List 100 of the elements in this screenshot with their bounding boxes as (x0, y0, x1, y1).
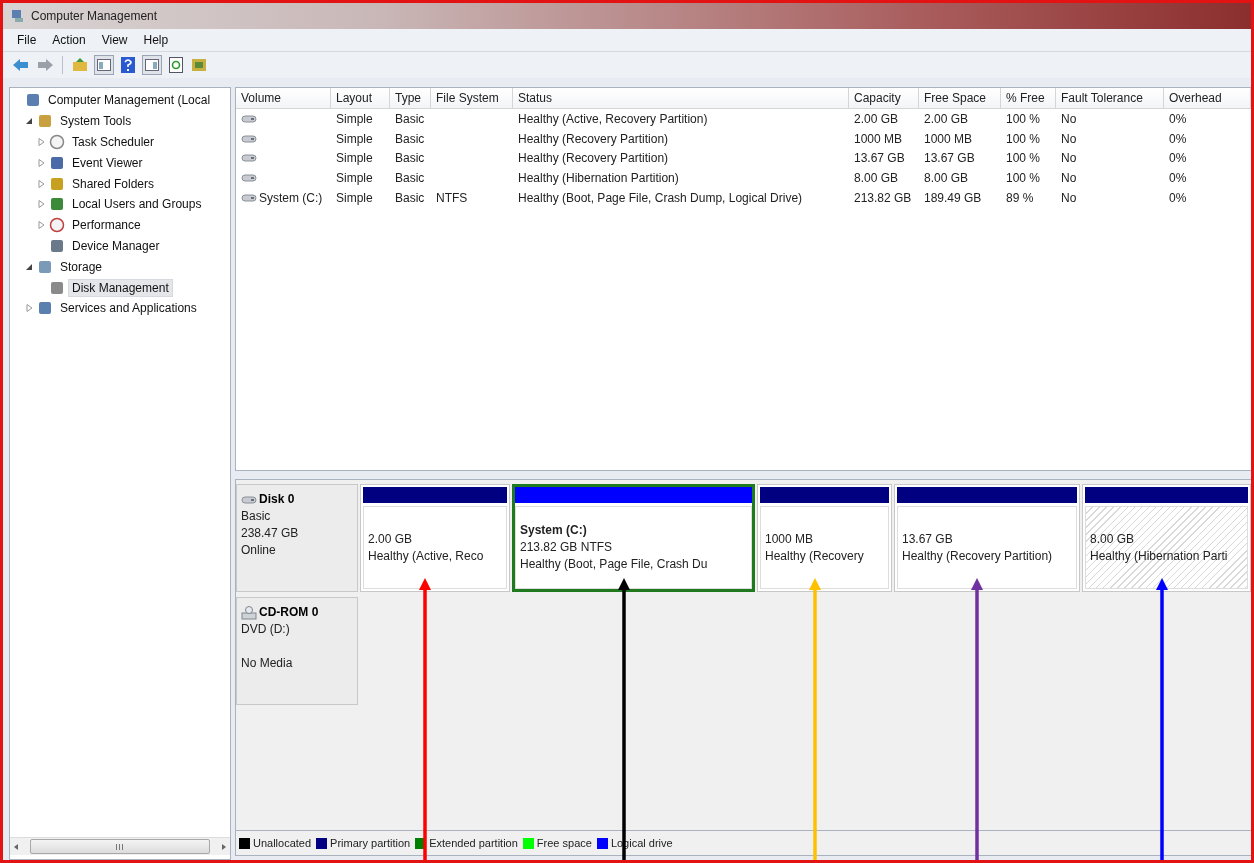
table-cell: 100 % (1006, 131, 1041, 146)
collapsed-icon[interactable] (37, 179, 45, 188)
table-cell: 213.82 GB (854, 191, 912, 206)
disk-name: CD-ROM 0 (259, 604, 319, 621)
table-cell: 8.00 GB (924, 171, 969, 186)
disk-state: No Media (241, 655, 294, 672)
drive-icon (241, 173, 257, 184)
table-cell: Basic (395, 171, 425, 186)
table-cell: Healthy (Boot, Page File, Crash Dump, Logical Drive) (518, 191, 803, 206)
tree-item[interactable]: Shared Folders (68, 174, 159, 193)
column-header[interactable]: Overhead (1164, 88, 1251, 109)
table-cell: System (C:) (259, 191, 323, 206)
partition[interactable]: 1000 MB Healthy (Recovery (757, 484, 892, 592)
column-header[interactable]: Free Space (919, 88, 1001, 109)
window-title: Computer Management (31, 9, 158, 23)
action-pane-icon[interactable] (142, 55, 162, 75)
table-cell: No (1061, 191, 1077, 206)
tree-item[interactable]: Performance (68, 216, 145, 235)
table-cell: Basic (395, 131, 425, 146)
drive-icon (241, 113, 257, 124)
column-header[interactable]: Fault Tolerance (1056, 88, 1164, 109)
column-header[interactable]: Type (390, 88, 431, 109)
refresh-icon[interactable] (166, 55, 186, 75)
disk-state: Online (241, 542, 277, 559)
collapsed-icon[interactable] (37, 221, 45, 230)
table-cell: Simple (336, 191, 373, 206)
table-cell: 0% (1169, 171, 1187, 186)
partition-status: Healthy (Boot, Page File, Crash Du (520, 556, 709, 573)
tree-item[interactable]: Event Viewer (68, 153, 147, 172)
partition-status: Healthy (Recovery Partition) (902, 547, 1054, 565)
help-icon[interactable] (118, 55, 138, 75)
tree-item[interactable]: Device Manager (68, 236, 164, 255)
tree-item[interactable]: Local Users and Groups (68, 195, 206, 214)
table-cell: No (1061, 111, 1077, 126)
table-cell: No (1061, 131, 1077, 146)
table-cell: Basic (395, 191, 425, 206)
partition[interactable]: System (C:) 213.82 GB NTFS Healthy (Boot, Page File, Crash Du (512, 484, 755, 592)
table-cell: Basic (395, 151, 425, 166)
collapsed-icon[interactable] (37, 158, 45, 167)
disk-name: Disk 0 (259, 491, 295, 508)
legend-label: Free space (536, 837, 592, 849)
table-cell: 1000 MB (924, 131, 973, 146)
tree-item[interactable]: Computer Management (Local (44, 91, 215, 110)
expanded-icon[interactable] (25, 262, 33, 271)
tree-item[interactable]: Disk Management (68, 278, 173, 297)
horizontal-scrollbar[interactable] (10, 837, 230, 855)
table-cell: NTFS (436, 191, 468, 206)
table-cell: 100 % (1006, 151, 1041, 166)
app-icon (11, 9, 25, 23)
legend-label: Primary partition (330, 837, 411, 849)
menu-item[interactable]: Help (137, 33, 175, 47)
partition-size: 1000 MB (765, 530, 815, 548)
grip-icon[interactable] (115, 843, 125, 850)
tree-item[interactable]: System Tools (56, 112, 136, 131)
column-header[interactable]: File System (431, 88, 513, 109)
column-header[interactable]: Layout (331, 88, 390, 109)
table-cell: 0% (1169, 151, 1187, 166)
table-cell: 8.00 GB (854, 171, 899, 186)
partition[interactable]: 8.00 GB Healthy (Hibernation Parti (1082, 484, 1251, 592)
table-cell: Simple (336, 151, 373, 166)
table-cell: Healthy (Hibernation Partition) (518, 171, 679, 186)
drive-icon (241, 494, 257, 505)
table-cell: 13.67 GB (924, 151, 975, 166)
tree-item[interactable]: Storage (56, 257, 107, 276)
partition-status: Healthy (Hibernation Parti (1090, 547, 1229, 565)
table-cell: 1000 MB (854, 131, 903, 146)
table-cell: Healthy (Active, Recovery Partition) (518, 111, 708, 126)
menu-item[interactable]: View (95, 33, 134, 47)
disk-detail: DVD (D:) (241, 621, 291, 638)
partition-size: 213.82 GB NTFS (520, 539, 614, 556)
column-header[interactable]: Volume (236, 88, 331, 109)
drive-icon (241, 193, 257, 204)
table-cell: 13.67 GB (854, 151, 905, 166)
column-header[interactable]: % Free (1001, 88, 1056, 109)
cd-drive-icon (241, 605, 257, 620)
table-cell: Healthy (Recovery Partition) (518, 131, 669, 146)
table-cell: 0% (1169, 111, 1187, 126)
partition-title: System (C:) (520, 522, 588, 539)
collapsed-icon[interactable] (37, 200, 45, 209)
table-cell: No (1061, 151, 1077, 166)
table-cell: 2.00 GB (924, 111, 969, 126)
table-cell: 0% (1169, 191, 1187, 206)
collapsed-icon[interactable] (25, 304, 33, 313)
console-tree-icon[interactable] (94, 55, 114, 75)
expanded-icon[interactable] (25, 117, 33, 126)
column-header[interactable]: Capacity (849, 88, 919, 109)
tree-item[interactable]: Services and Applications (56, 299, 201, 318)
tree-item[interactable]: Task Scheduler (68, 133, 159, 151)
legend-label: Extended partition (429, 837, 518, 849)
table-cell: No (1061, 171, 1077, 186)
table-cell: 0% (1169, 131, 1187, 146)
menu-item[interactable]: File (11, 33, 43, 47)
disk-label[interactable]: CD-ROM 0 DVD (D:) No Media (236, 597, 358, 705)
column-header[interactable]: Status (513, 88, 849, 109)
partition[interactable]: 13.67 GB Healthy (Recovery Partition) (894, 484, 1080, 592)
collapsed-icon[interactable] (37, 138, 45, 146)
disk-label[interactable]: Disk 0 Basic 238.47 GB Online (236, 484, 358, 592)
menu-item[interactable]: Action (46, 33, 92, 47)
table-cell: 100 % (1006, 171, 1041, 186)
partition[interactable]: 2.00 GB Healthy (Active, Reco (360, 484, 510, 592)
